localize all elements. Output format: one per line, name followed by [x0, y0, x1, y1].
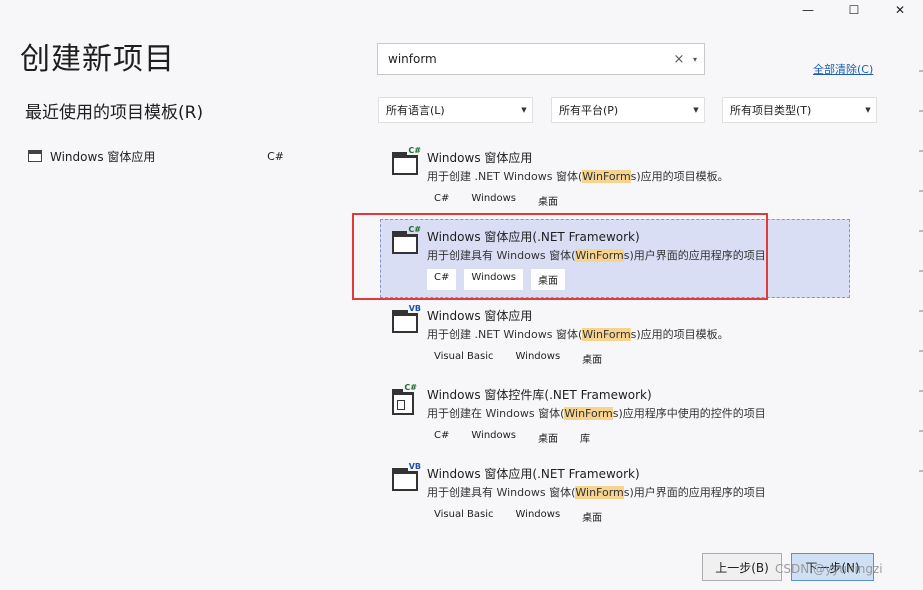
- page-title: 创建新项目: [20, 42, 175, 77]
- tag: C#: [427, 427, 457, 448]
- template-item[interactable]: VB Windows 窗体应用 用于创建 .NET Windows 窗体(Win…: [380, 298, 850, 377]
- template-description: 用于创建具有 Windows 窗体(WinForms)用户界面的应用程序的项目: [427, 486, 766, 499]
- project-type-filter-select[interactable]: 所有项目类型(T) ▼: [722, 97, 877, 123]
- template-title: Windows 窗体应用: [427, 151, 533, 165]
- template-item[interactable]: C# Windows 窗体控件库(.NET Framework) 用于创建在 W…: [380, 377, 850, 456]
- search-match-highlight: WinForm: [564, 407, 613, 420]
- tag: Windows: [464, 269, 524, 290]
- clear-all-link[interactable]: 全部清除(C): [813, 61, 873, 77]
- template-tags: C# Windows 桌面: [427, 190, 849, 211]
- search-match-highlight: WinForm: [582, 170, 631, 183]
- windows-form-csharp-icon: C#: [392, 146, 422, 175]
- tag: C#: [427, 190, 457, 211]
- template-item-selected[interactable]: C# Windows 窗体应用(.NET Framework) 用于创建具有 W…: [380, 219, 850, 298]
- template-tags: Visual Basic Windows 桌面: [427, 348, 849, 369]
- scroll-indicator: [919, 70, 923, 510]
- platform-filter-select[interactable]: 所有平台(P) ▼: [551, 97, 705, 123]
- tag: 桌面: [575, 348, 610, 369]
- recent-templates-heading: 最近使用的项目模板(R): [25, 103, 204, 123]
- windows-form-vb-icon: VB: [392, 304, 422, 333]
- tag: 桌面: [531, 269, 566, 290]
- tag: Windows: [464, 190, 524, 211]
- search-history-dropdown-icon[interactable]: ▾: [690, 55, 700, 64]
- tag: 桌面: [531, 190, 566, 211]
- windows-form-icon: [28, 150, 42, 162]
- tag: Visual Basic: [427, 506, 501, 527]
- template-title: Windows 窗体应用: [427, 309, 533, 323]
- language-filter-label: 所有语言(L): [386, 104, 445, 117]
- close-button[interactable]: ✕: [877, 0, 923, 20]
- template-description: 用于创建具有 Windows 窗体(WinForms)用户界面的应用程序的项目: [427, 249, 766, 262]
- recent-template-item[interactable]: Windows 窗体应用 C#: [28, 146, 296, 166]
- template-search-input[interactable]: winform × ▾: [377, 43, 705, 75]
- template-description: 用于创建 .NET Windows 窗体(WinForms)应用的项目模板。: [427, 328, 729, 341]
- template-description: 用于创建 .NET Windows 窗体(WinForms)应用的项目模板。: [427, 170, 729, 183]
- search-text[interactable]: winform: [388, 52, 672, 66]
- language-filter-select[interactable]: 所有语言(L) ▼: [378, 97, 533, 123]
- template-tags: C# Windows 桌面: [427, 269, 849, 290]
- template-item[interactable]: C# Windows 窗体应用 用于创建 .NET Windows 窗体(Win…: [380, 140, 850, 219]
- template-item[interactable]: VB Windows 窗体应用(.NET Framework) 用于创建具有 W…: [380, 456, 850, 535]
- tag: 桌面: [575, 506, 610, 527]
- chevron-down-icon: ▼: [865, 106, 871, 114]
- project-type-filter-label: 所有项目类型(T): [730, 104, 812, 117]
- back-button[interactable]: 上一步(B): [702, 553, 782, 581]
- template-tags: Visual Basic Windows 桌面: [427, 506, 849, 527]
- tag: C#: [427, 269, 457, 290]
- next-button[interactable]: 下一步(N): [791, 553, 874, 581]
- template-title: Windows 窗体应用(.NET Framework): [427, 230, 640, 244]
- search-match-highlight: WinForm: [582, 328, 631, 341]
- clear-search-icon[interactable]: ×: [672, 52, 686, 67]
- chevron-down-icon: ▼: [693, 106, 699, 114]
- control-library-csharp-icon: C#: [392, 383, 418, 415]
- tag: Windows: [508, 506, 568, 527]
- template-tags: C# Windows 桌面 库: [427, 427, 849, 448]
- template-list: C# Windows 窗体应用 用于创建 .NET Windows 窗体(Win…: [380, 140, 850, 535]
- template-title: Windows 窗体控件库(.NET Framework): [427, 388, 652, 402]
- tag: Windows: [464, 427, 524, 448]
- recent-template-label: Windows 窗体应用: [50, 149, 156, 164]
- tag: Windows: [508, 348, 568, 369]
- window-controls: — ☐ ✕: [785, 0, 923, 20]
- minimize-button[interactable]: —: [785, 0, 831, 20]
- maximize-button[interactable]: ☐: [831, 0, 877, 20]
- tag: 桌面: [531, 427, 566, 448]
- windows-form-vb-icon: VB: [392, 462, 422, 491]
- chevron-down-icon: ▼: [521, 106, 527, 114]
- platform-filter-label: 所有平台(P): [559, 104, 619, 117]
- template-title: Windows 窗体应用(.NET Framework): [427, 467, 640, 481]
- tag: Visual Basic: [427, 348, 501, 369]
- recent-template-language: C#: [267, 149, 284, 163]
- search-match-highlight: WinForm: [575, 486, 624, 499]
- windows-form-csharp-icon: C#: [392, 225, 422, 254]
- search-match-highlight: WinForm: [575, 249, 624, 262]
- template-description: 用于创建在 Windows 窗体(WinForms)应用程序中使用的控件的项目: [427, 407, 766, 420]
- tag: 库: [573, 427, 598, 448]
